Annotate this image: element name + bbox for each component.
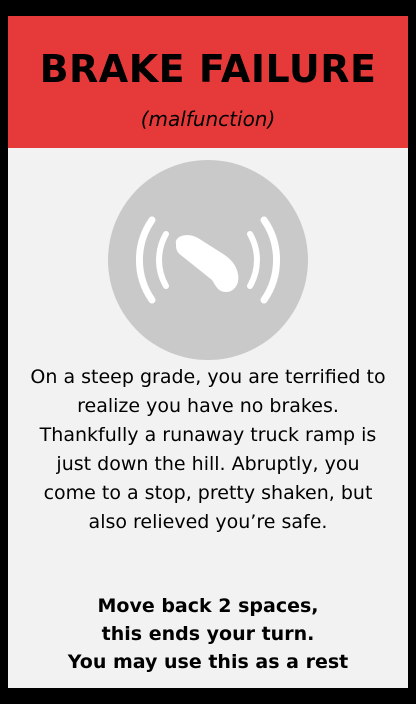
instruction-line: this ends your turn. (101, 623, 315, 645)
instruction-line: You may use this as a rest (67, 651, 349, 673)
card-header: BRAKE FAILURE (malfunction) (8, 16, 408, 148)
card-story-text: On a steep grade, you are terrified to r… (30, 366, 386, 533)
brake-warning-icon (136, 216, 280, 304)
icon-badge (108, 160, 308, 360)
instruction-line: Move back 2 spaces, (97, 595, 319, 617)
card-instructions: Move back 2 spaces, this ends your turn.… (28, 592, 388, 676)
game-card: BRAKE FAILURE (malfunction) On a steep g… (8, 16, 408, 688)
card-subtitle: (malfunction) (140, 107, 276, 131)
card-title: BRAKE FAILURE (39, 47, 377, 91)
